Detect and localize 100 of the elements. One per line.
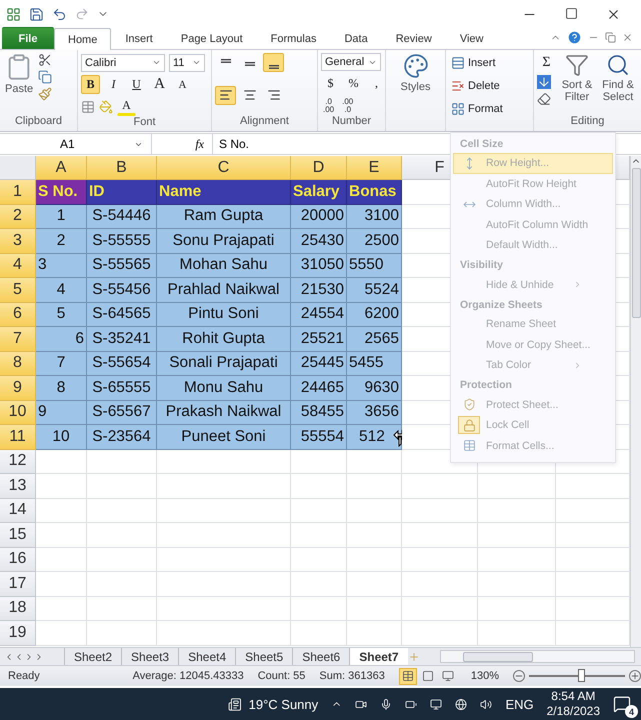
font-size-field[interactable]: 11: [169, 54, 205, 72]
shrink-font-button[interactable]: A: [173, 75, 192, 94]
table-cell: 25430: [300, 232, 344, 250]
function-label[interactable]: fx: [152, 136, 212, 152]
styles-button[interactable]: Styles: [398, 53, 432, 131]
paste-button[interactable]: Paste: [3, 53, 36, 115]
table-cell: ID: [89, 182, 104, 201]
name-box[interactable]: A1: [0, 134, 152, 154]
table-cell: 8: [56, 378, 66, 397]
ribbon-tab[interactable]: Page Layout: [166, 27, 257, 49]
table-cell: 25521: [300, 330, 344, 348]
italic-button[interactable]: I: [104, 75, 123, 94]
underline-button[interactable]: U: [127, 75, 146, 94]
table-cell: S-64565: [92, 305, 151, 324]
row-header[interactable]: 14: [0, 498, 36, 523]
find-select-button[interactable]: Find & Select: [598, 53, 638, 115]
number-format-field[interactable]: General: [321, 53, 381, 71]
group-label: Number: [330, 115, 372, 129]
menu-heading: Protection: [459, 378, 512, 393]
row-header[interactable]: 3: [0, 229, 36, 254]
ribbon-tab[interactable]: Formulas: [256, 27, 330, 49]
table-cell: 4: [56, 280, 66, 299]
table-cell: Prahlad Naikwal: [168, 280, 280, 299]
row-header[interactable]: 8: [0, 352, 36, 376]
row-header[interactable]: 15: [0, 523, 36, 548]
menu-heading: Visibility: [459, 258, 503, 273]
table-cell: S-55565: [92, 256, 151, 274]
table-cell: S-35241: [92, 330, 151, 348]
column-header[interactable]: A: [36, 156, 87, 180]
table-cell: 31050: [300, 256, 344, 274]
row-header[interactable]: 10: [0, 400, 36, 425]
group-label: Clipboard: [14, 115, 64, 129]
grow-font-button[interactable]: A: [150, 75, 169, 94]
table-cell: 5: [56, 305, 66, 324]
table-cell: 3656: [364, 403, 399, 422]
row-header[interactable]: 4: [0, 254, 36, 278]
column-header[interactable]: D: [291, 156, 347, 180]
percent-button[interactable]: %: [344, 74, 363, 93]
row-header[interactable]: 13: [0, 474, 36, 498]
decimal-button[interactable]: .0 .00: [321, 98, 336, 114]
language-indicator[interactable]: ENG: [505, 696, 534, 712]
column-header[interactable]: C: [157, 156, 291, 180]
row-header[interactable]: 1: [0, 180, 36, 204]
cells-menu-button[interactable]: Delete: [449, 76, 502, 96]
clock[interactable]: 8:54 AM 2/18/2023: [546, 689, 600, 719]
table-cell: Name: [159, 182, 202, 201]
ribbon-tab[interactable]: View: [446, 27, 498, 49]
table-cell: 3: [38, 256, 47, 274]
table-cell: 2: [56, 232, 66, 250]
cells-menu-button[interactable]: Insert: [449, 53, 498, 73]
row-header[interactable]: 16: [0, 548, 36, 572]
column-header[interactable]: E: [347, 156, 402, 180]
bold-button[interactable]: B: [81, 75, 100, 94]
row-header[interactable]: 2: [0, 204, 36, 229]
ribbon-tab[interactable]: Insert: [111, 27, 167, 49]
ribbon-tab[interactable]: Home: [54, 28, 112, 50]
group-label: Editing: [570, 115, 606, 129]
table-cell: 6200: [364, 305, 399, 324]
table-cell: S-65567: [92, 403, 151, 422]
group-label: Font: [132, 116, 156, 130]
table-cell: S-55654: [92, 354, 151, 372]
ribbon-tab[interactable]: Review: [382, 27, 446, 49]
autosum-button[interactable]: Σ: [537, 53, 556, 72]
font-color-button[interactable]: A: [117, 97, 136, 116]
row-header[interactable]: 11: [0, 425, 36, 450]
row-header[interactable]: 12: [0, 450, 36, 474]
table-cell: 10: [52, 428, 70, 446]
table-cell: 5524: [364, 280, 399, 299]
row-header[interactable]: 18: [0, 596, 36, 621]
table-cell: 1: [56, 207, 66, 226]
sheet-tab[interactable]: Sheet7: [349, 648, 408, 665]
currency-button[interactable]: $: [321, 74, 340, 93]
ribbon-tab[interactable]: Data: [330, 27, 382, 49]
column-header[interactable]: B: [87, 156, 157, 180]
cells-menu-button[interactable]: Format: [449, 99, 505, 119]
table-cell: S-54446: [92, 207, 151, 226]
row-header[interactable]: 6: [0, 302, 36, 327]
sort-filter-button[interactable]: Sort & Filter: [559, 53, 595, 115]
zoom-reading: 130%: [470, 670, 499, 682]
row-header[interactable]: 9: [0, 376, 36, 400]
decimal-button[interactable]: .00 .0: [340, 98, 356, 114]
table-cell: S-55456: [92, 280, 151, 299]
row-header[interactable]: 17: [0, 572, 36, 596]
row-header[interactable]: 19: [0, 621, 36, 646]
table-cell: 6: [75, 330, 84, 348]
comma-button[interactable]: ,: [367, 74, 386, 93]
notification-badge: 4: [625, 705, 638, 718]
table-cell: 21530: [300, 280, 344, 299]
row-header[interactable]: 7: [0, 327, 36, 352]
file-tab[interactable]: File: [2, 27, 54, 49]
row-header[interactable]: 5: [0, 278, 36, 302]
table-cell: Ram Gupta: [184, 207, 264, 226]
weather-text[interactable]: 19°C Sunny: [248, 696, 318, 712]
menu-heading: Organize Sheets: [459, 298, 542, 312]
font-name-field[interactable]: Calibri: [81, 54, 165, 72]
table-cell: 9630: [364, 378, 399, 397]
status-average: Average: 12045.43333: [132, 670, 244, 682]
table-cell: 2565: [364, 330, 399, 348]
menu-heading: Cell Size: [459, 136, 504, 152]
table-cell: Mohan Sahu: [180, 256, 268, 274]
